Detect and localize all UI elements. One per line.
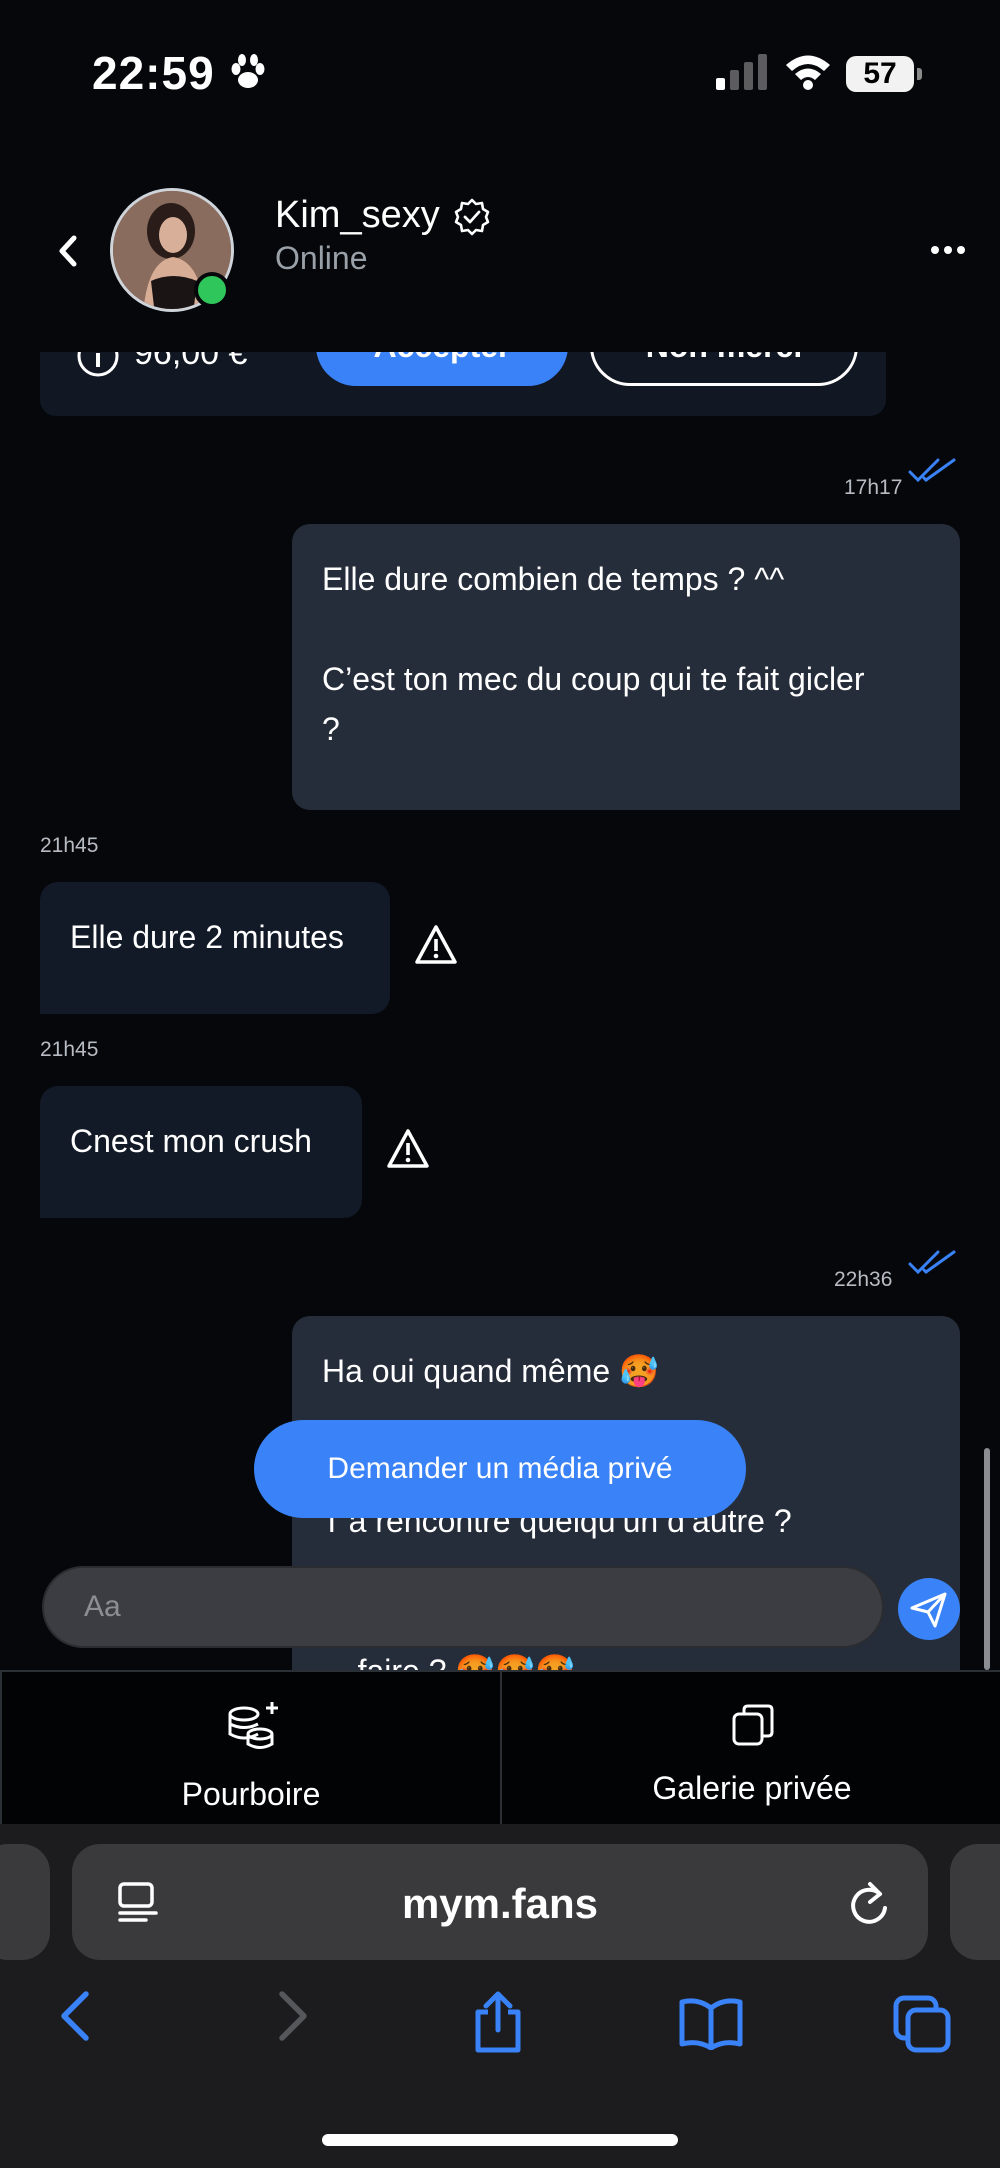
paw-icon bbox=[231, 54, 265, 88]
contact-name[interactable]: Kim_sexy bbox=[275, 194, 440, 237]
send-icon bbox=[910, 1592, 947, 1628]
home-indicator[interactable] bbox=[322, 2134, 678, 2146]
browser-back-icon[interactable] bbox=[56, 1988, 96, 2044]
more-options-icon[interactable] bbox=[930, 240, 966, 260]
read-receipt-icon bbox=[908, 458, 956, 483]
message-time: 22h36 bbox=[834, 1268, 893, 1291]
message-text: Cnest mon crush bbox=[70, 1123, 312, 1159]
report-warning-icon[interactable] bbox=[414, 924, 458, 966]
send-button[interactable] bbox=[898, 1578, 960, 1640]
message-time: 21h45 bbox=[40, 834, 99, 857]
address-bar[interactable]: mym.fans bbox=[72, 1844, 928, 1960]
info-icon bbox=[77, 352, 119, 377]
signal-icon bbox=[716, 54, 767, 90]
reload-icon[interactable] bbox=[846, 1878, 892, 1928]
next-tab-pill[interactable] bbox=[950, 1844, 1000, 1960]
decline-button[interactable]: Non merci bbox=[590, 352, 858, 386]
message-bubble-incoming[interactable]: Cnest mon crush bbox=[40, 1086, 362, 1218]
message-time: 21h45 bbox=[40, 1038, 99, 1061]
message-composer[interactable] bbox=[42, 1566, 884, 1648]
status-time: 22:59 bbox=[92, 47, 215, 99]
tip-tab[interactable]: Pourboire bbox=[0, 1672, 502, 1824]
previous-tab-pill[interactable] bbox=[0, 1844, 50, 1960]
wifi-icon bbox=[786, 55, 830, 90]
report-warning-icon[interactable] bbox=[386, 1128, 430, 1170]
battery-indicator: 57 bbox=[846, 56, 922, 92]
read-receipt-icon bbox=[908, 1250, 956, 1275]
message-bubble-outgoing[interactable]: Elle dure combien de temps ? ^^ C’est to… bbox=[292, 524, 960, 810]
gallery-copy-icon bbox=[732, 1704, 774, 1746]
offer-price: 96,00 € bbox=[134, 352, 248, 372]
tip-label: Pourboire bbox=[181, 1776, 321, 1812]
message-input[interactable] bbox=[84, 1568, 844, 1646]
verified-badge-icon bbox=[454, 198, 490, 236]
contact-status: Online bbox=[275, 240, 368, 276]
bookmarks-icon[interactable] bbox=[678, 1996, 744, 2050]
scrollbar[interactable] bbox=[984, 1448, 990, 1670]
coins-plus-icon bbox=[228, 1702, 278, 1749]
accept-button[interactable]: Accepter bbox=[316, 352, 568, 386]
message-text: Elle dure combien de temps ? ^^ C’est to… bbox=[322, 561, 865, 747]
share-icon[interactable] bbox=[470, 1990, 526, 2054]
tabs-icon[interactable] bbox=[892, 1994, 952, 2054]
private-gallery-tab[interactable]: Galerie privée bbox=[500, 1672, 1000, 1824]
paid-media-offer: 96,00 € Accepter Non merci bbox=[40, 352, 886, 416]
url-text: mym.fans bbox=[401, 1880, 599, 1927]
online-indicator bbox=[194, 272, 230, 308]
message-text: Elle dure 2 minutes bbox=[70, 919, 344, 955]
message-time: 17h17 bbox=[844, 476, 903, 499]
message-bubble-incoming[interactable]: Elle dure 2 minutes bbox=[40, 882, 390, 1014]
back-button[interactable] bbox=[48, 226, 88, 276]
private-gallery-label: Galerie privée bbox=[652, 1770, 852, 1806]
bottom-action-bar: Pourboire Galerie privée bbox=[0, 1670, 1000, 1824]
request-private-media-button[interactable]: Demander un média privé bbox=[254, 1420, 746, 1518]
browser-forward-icon[interactable] bbox=[272, 1988, 312, 2044]
